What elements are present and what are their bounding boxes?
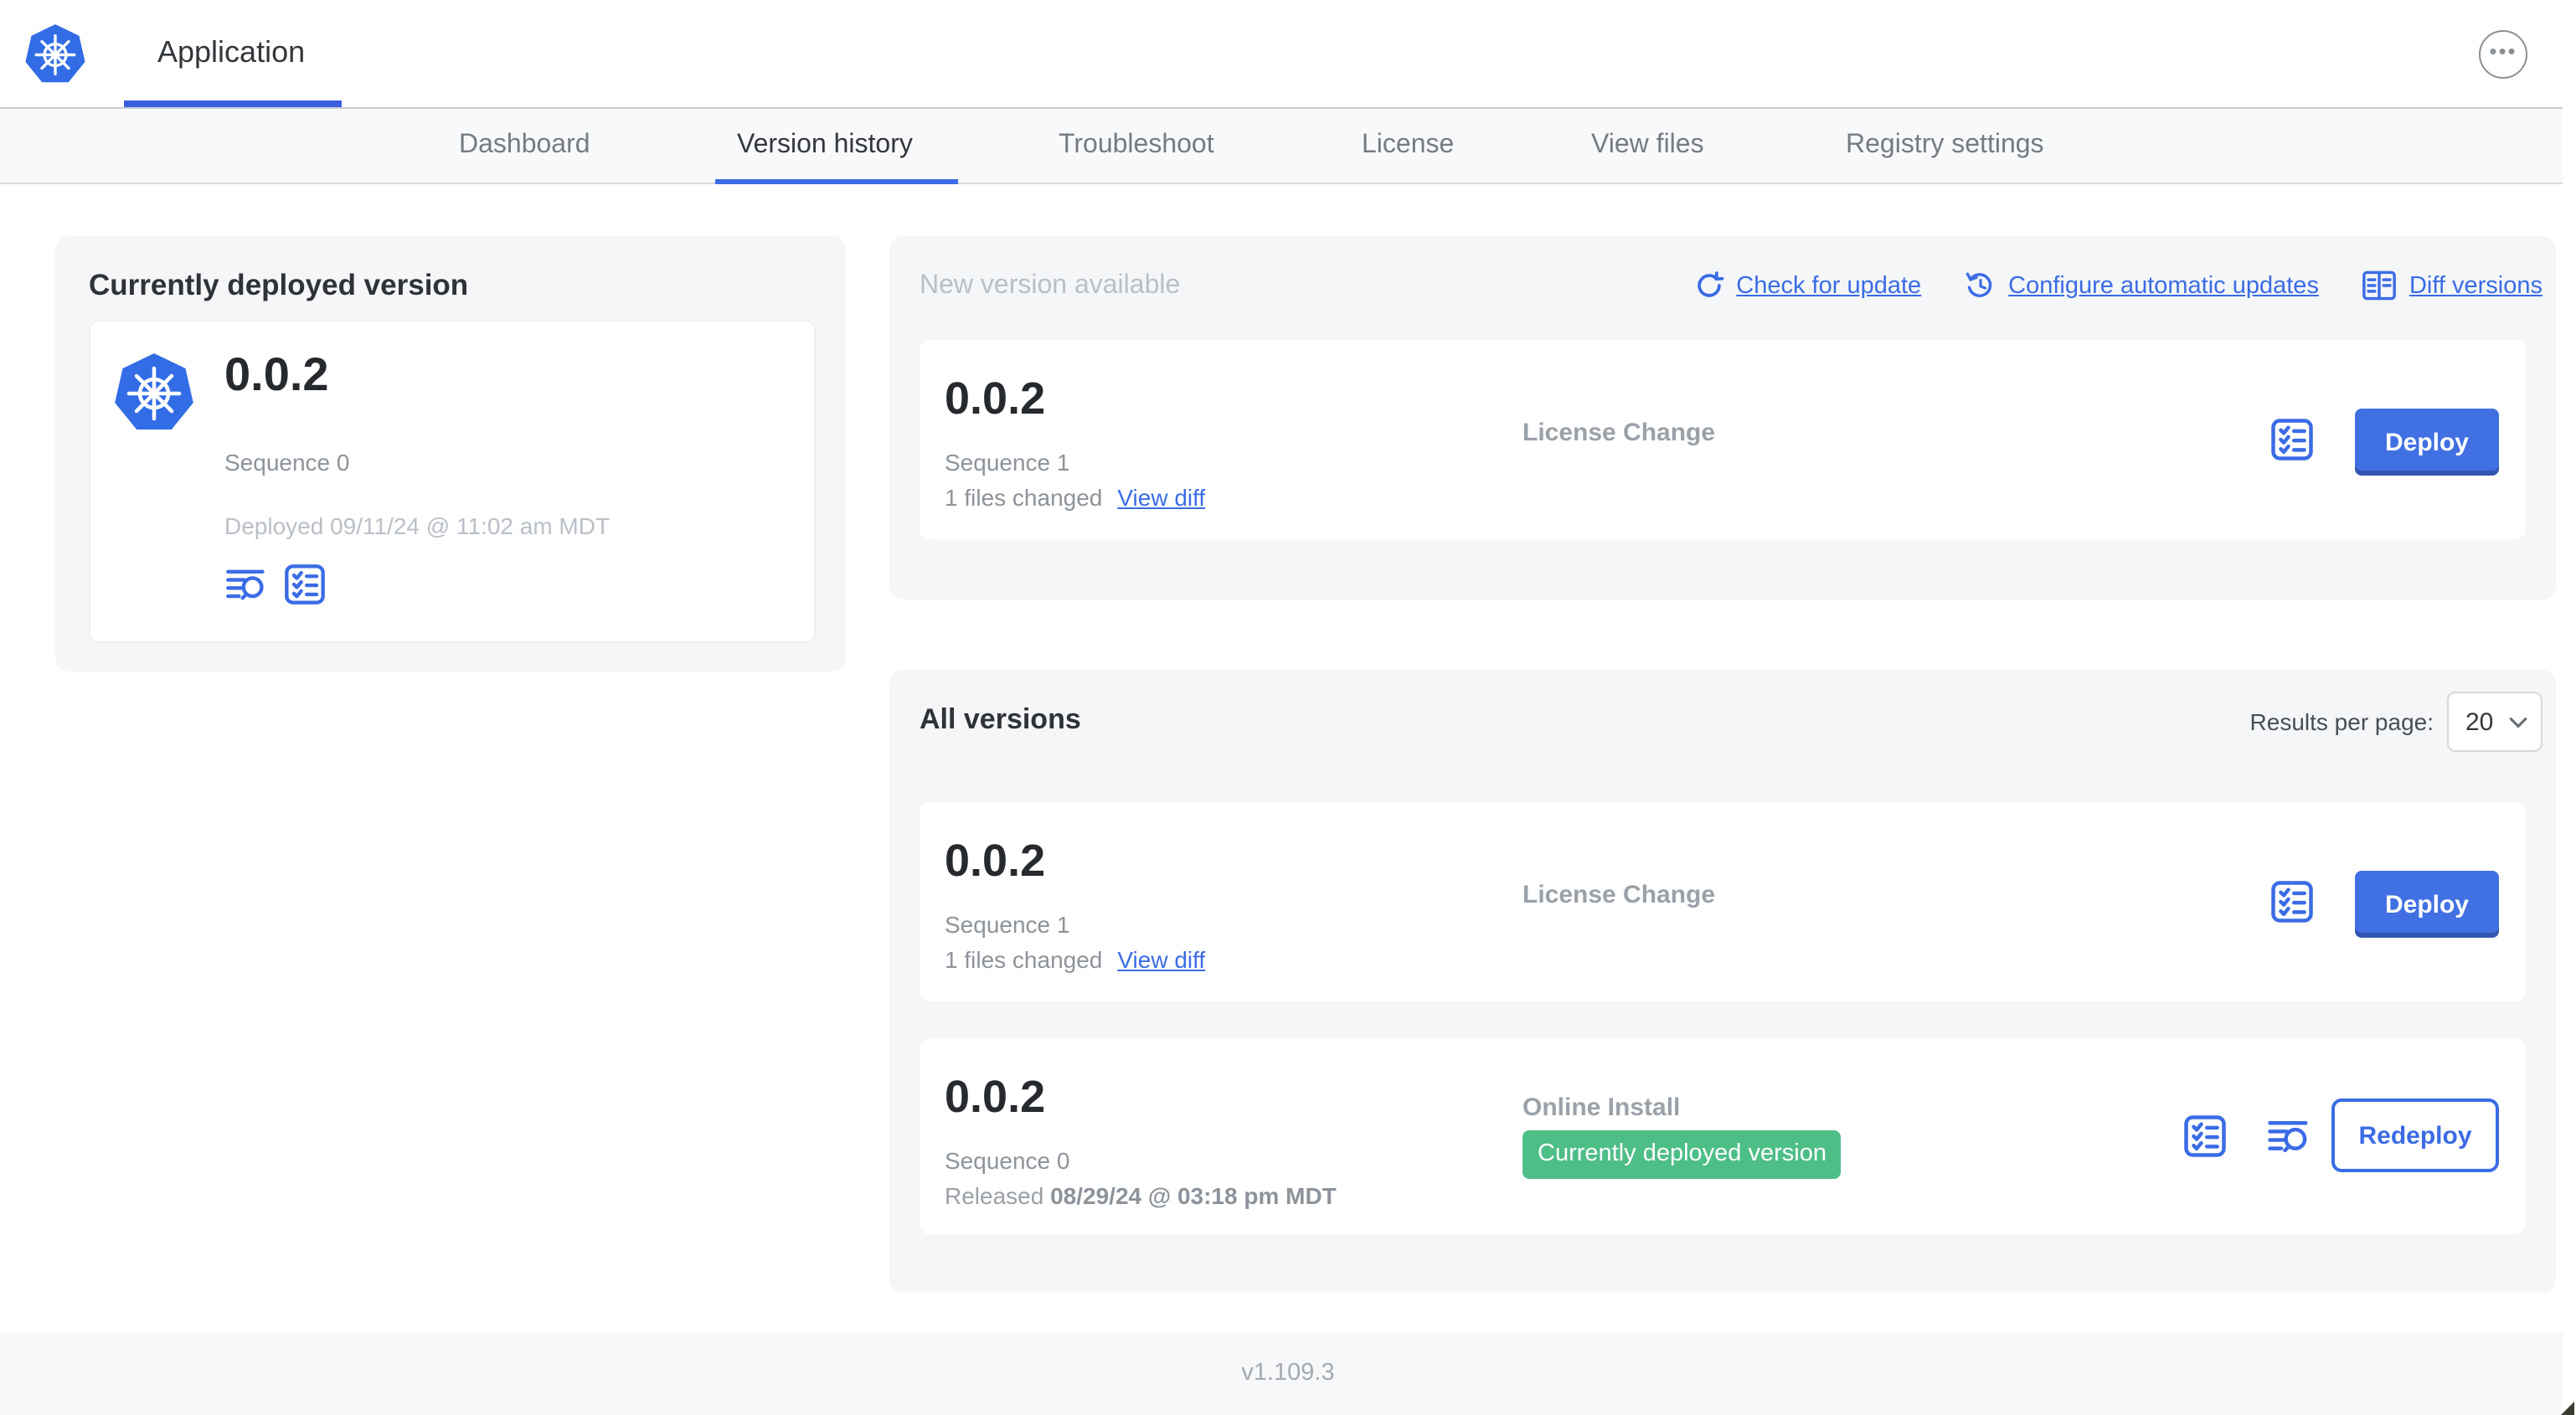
pending-version-row: 0.0.2 Sequence 1 1 files changed View di… (920, 340, 2526, 539)
ellipsis-icon: ••• (2489, 38, 2517, 63)
deploy-button[interactable]: Deploy (2355, 409, 2499, 476)
version-sequence: Sequence 1 (945, 911, 1070, 938)
tab-view-files[interactable]: View files (1591, 109, 1704, 183)
diff-versions-link[interactable]: Diff versions (2362, 270, 2543, 301)
currently-deployed-title: Currently deployed version (89, 268, 469, 301)
version-number: 0.0.2 (945, 836, 1046, 886)
currently-deployed-card: 0.0.2 Sequence 0 Deployed 09/11/24 @ 11:… (89, 320, 816, 643)
diff-icon (2363, 270, 2397, 301)
tab-dashboard[interactable]: Dashboard (459, 109, 590, 183)
results-per-page-select[interactable]: 20 (2447, 692, 2543, 752)
kubernetes-logo-icon (25, 24, 85, 83)
view-diff-link[interactable]: View diff (1117, 484, 1205, 511)
active-tab-underline (715, 179, 958, 184)
app-window: Application ••• Dashboard Version histor… (0, 0, 2576, 1415)
refresh-icon (1697, 271, 1723, 297)
tab-version-history[interactable]: Version history (737, 109, 913, 183)
currently-deployed-panel: Currently deployed version 0.0.2 Sequenc… (55, 236, 846, 671)
view-diff-link[interactable]: View diff (1117, 946, 1205, 973)
overflow-menu-button[interactable]: ••• (2479, 30, 2527, 79)
configure-automatic-updates-link[interactable]: Configure automatic updates (1965, 270, 2319, 301)
current-version-deployed-at: Deployed 09/11/24 @ 11:02 am MDT (224, 512, 611, 539)
preflight-checks-icon[interactable] (2269, 879, 2315, 924)
all-versions-title: All versions (920, 703, 1081, 735)
all-versions-section: All versions Results per page: 20 0.0.2 … (889, 670, 2556, 1293)
version-number: 0.0.2 (945, 373, 1046, 424)
version-released-at: Released 08/29/24 @ 03:18 pm MDT (945, 1182, 1337, 1209)
check-for-update-link[interactable]: Check for update (1692, 270, 1921, 301)
main-content: Currently deployed version 0.0.2 Sequenc… (0, 184, 2576, 1333)
new-version-section: New version available Check for update C… (889, 236, 2556, 599)
console-version-text: v1.109.3 (1241, 1360, 1335, 1387)
tab-registry-settings[interactable]: Registry settings (1846, 109, 2044, 183)
app-title: Application (157, 35, 306, 69)
current-version-number: 0.0.2 (224, 348, 329, 400)
preflight-checks-icon[interactable] (283, 563, 327, 606)
scrollbar-track[interactable] (2563, 0, 2576, 1415)
view-logs-icon[interactable] (224, 563, 268, 606)
tab-license[interactable]: License (1362, 109, 1454, 183)
version-source: Online Install (1522, 1093, 1681, 1122)
mouse-cursor (2561, 1402, 2574, 1415)
view-logs-icon[interactable] (2266, 1114, 2311, 1159)
kubernetes-version-icon (115, 353, 193, 430)
new-version-title: New version available (920, 271, 1181, 300)
version-sequence: Sequence 1 (945, 449, 1070, 476)
nav-tab-bar: Dashboard Version history Troubleshoot L… (0, 109, 2576, 184)
version-sequence: Sequence 0 (945, 1147, 1070, 1174)
redeploy-button[interactable]: Redeploy (2331, 1099, 2499, 1172)
version-source: License Change (1522, 419, 1716, 447)
preflight-checks-icon[interactable] (2182, 1114, 2228, 1159)
clock-refresh-icon (1965, 272, 1992, 297)
version-row-sequence-1: 0.0.2 Sequence 1 1 files changed View di… (920, 802, 2526, 1001)
footer: v1.109.3 (0, 1333, 2576, 1415)
version-number: 0.0.2 (945, 1072, 1046, 1122)
files-changed-text: 1 files changed (945, 946, 1103, 973)
current-version-sequence: Sequence 0 (224, 449, 350, 476)
currently-deployed-badge: Currently deployed version (1522, 1130, 1842, 1179)
preflight-checks-icon[interactable] (2269, 417, 2315, 462)
app-tab-active-underline (124, 100, 342, 107)
files-changed-text: 1 files changed (945, 484, 1103, 511)
tab-troubleshoot[interactable]: Troubleshoot (1059, 109, 1214, 183)
version-row-sequence-0: 0.0.2 Sequence 0 Released 08/29/24 @ 03:… (920, 1038, 2526, 1234)
version-source: License Change (1522, 881, 1716, 909)
deploy-button[interactable]: Deploy (2355, 871, 2499, 938)
chevron-down-icon (2509, 717, 2527, 728)
results-per-page-label: Results per page: (2249, 708, 2434, 735)
top-bar: Application ••• (0, 0, 2576, 109)
